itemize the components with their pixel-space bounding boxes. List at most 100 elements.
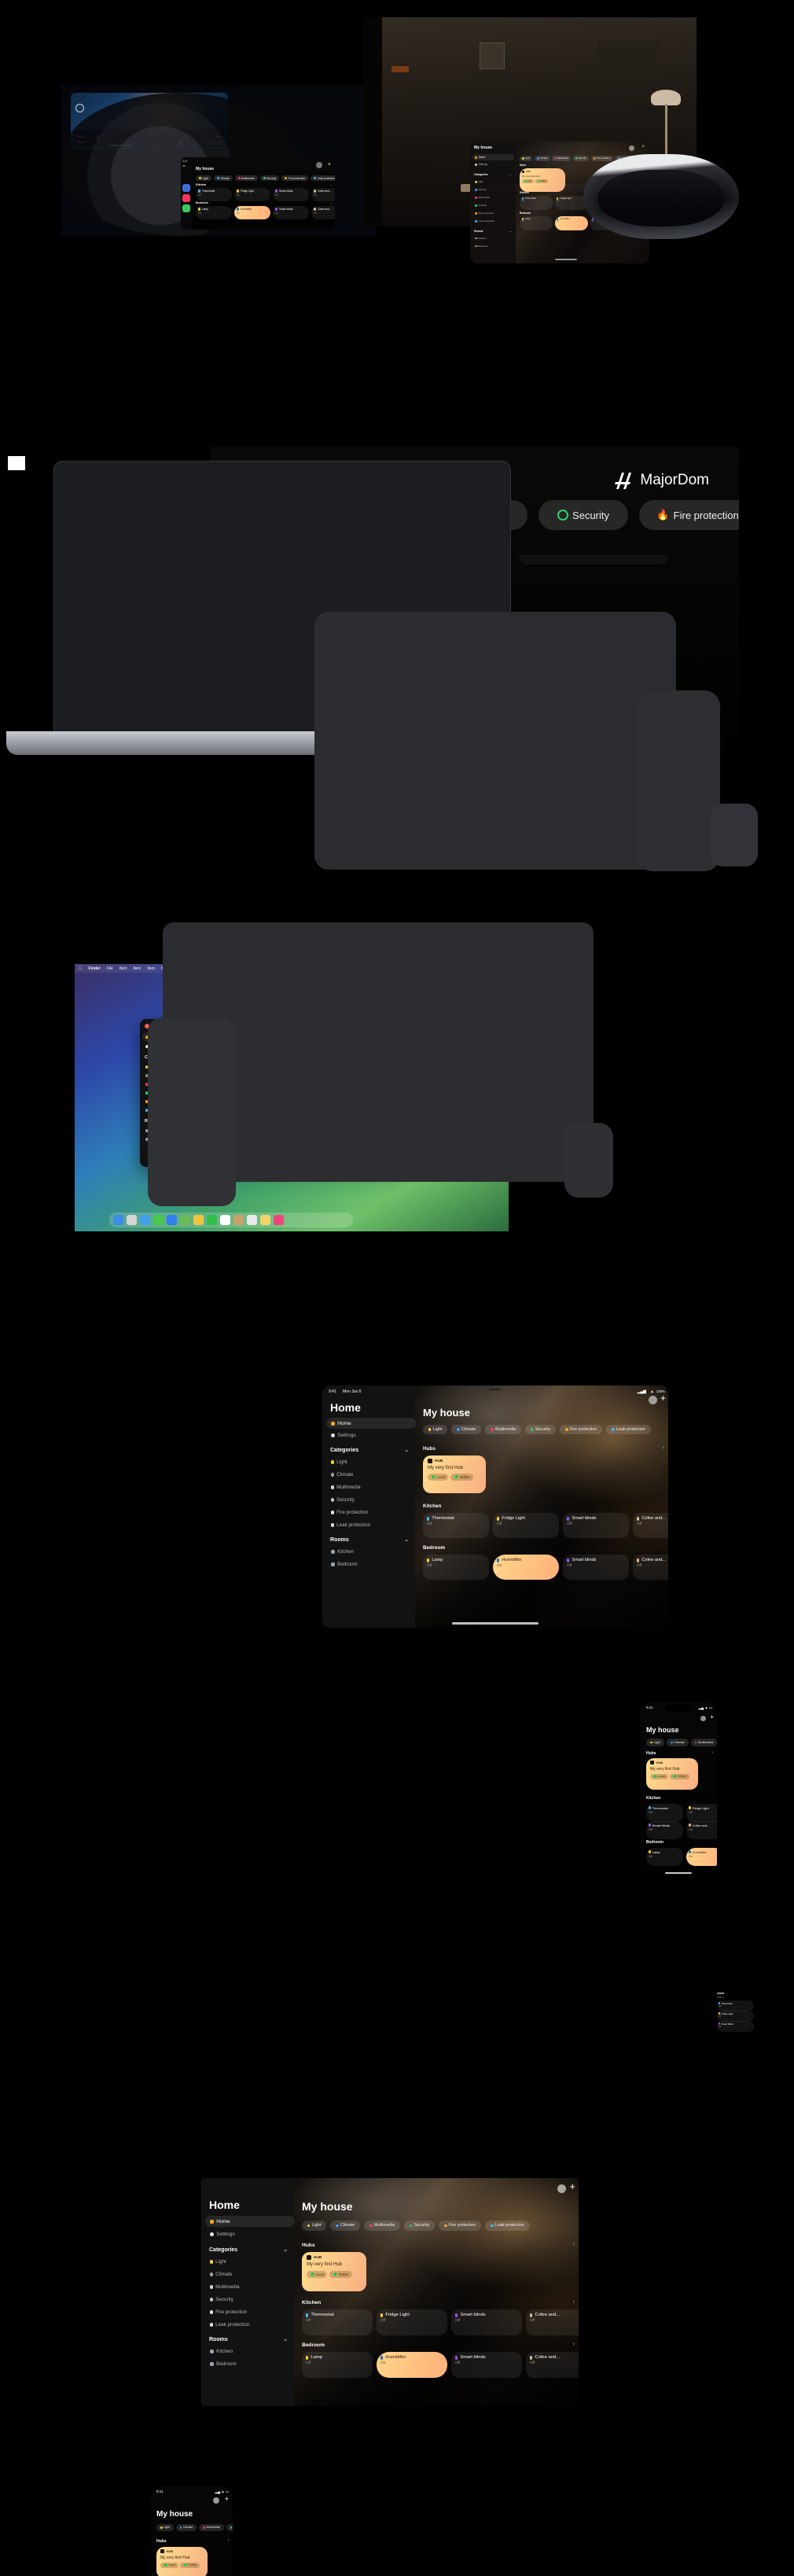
tablet-device-card[interactable]: Cofee and... Off <box>526 2352 579 2378</box>
dock-messages-icon[interactable] <box>153 1215 164 1225</box>
tablet-room-kitchen[interactable]: Kitchen <box>210 2349 233 2354</box>
tablet-add-button[interactable]: + <box>569 2181 575 2191</box>
dock-calendar-icon[interactable] <box>220 1215 230 1225</box>
dock-photos-icon[interactable] <box>193 1215 204 1225</box>
tablet-device-card[interactable]: Thermostat Off <box>302 2309 373 2335</box>
carplay-device-card[interactable]: Fridge Light Off <box>234 188 270 201</box>
vr-category-light[interactable]: Light <box>475 180 483 183</box>
tablet-bedroom-chevron-icon[interactable]: › <box>573 2342 575 2347</box>
vr-device-card-on[interactable]: Humidifier On <box>554 216 588 230</box>
iphone-pill-light[interactable]: Light <box>646 1739 664 1746</box>
iphone-device-card[interactable]: Cofee and... Off <box>686 1821 717 1839</box>
carplay-device-card[interactable]: Smart blinds Off <box>273 188 309 201</box>
phone-pill-light[interactable]: Light <box>156 2524 174 2531</box>
dock-finder-icon[interactable] <box>113 1215 123 1225</box>
vr-rooms-header[interactable]: Rooms ⌄ <box>474 229 512 233</box>
dock-facetime-icon[interactable] <box>207 1215 217 1225</box>
vr-hub-card[interactable]: HUB My very first Hub Local Online <box>520 168 565 192</box>
ipad-nav-settings[interactable]: Settings <box>331 1433 356 1438</box>
carplay-pill-multimedia[interactable]: Multimedia <box>234 175 258 181</box>
vr-close-button[interactable]: × <box>641 145 645 150</box>
tablet-device-card-on[interactable]: Humidifier On <box>377 2352 447 2378</box>
iphone-pill-climate[interactable]: Climate <box>666 1739 689 1746</box>
iphone-hub-card[interactable]: HUB My very first Hub ✓ Local ✓ Online <box>646 1758 698 1790</box>
watch-item[interactable]: Fridge Light Off <box>717 2011 754 2022</box>
tablet-category-fire[interactable]: Fire protection <box>210 2309 247 2315</box>
vr-more-button[interactable] <box>629 145 634 151</box>
dock-contacts-icon[interactable] <box>233 1215 244 1225</box>
ipad-hub-card[interactable]: HUB My very first Hub ✓ Local ✓ Online <box>423 1455 486 1493</box>
ipad-device-card[interactable]: Fridge Light Off <box>493 1513 559 1538</box>
dock-launchpad-icon[interactable] <box>127 1215 137 1225</box>
ipad-pill-fire[interactable]: Fire protection <box>560 1425 603 1435</box>
ipad-device-card[interactable]: Cofee and... Off <box>633 1555 668 1580</box>
carplay-dock-music-icon[interactable] <box>182 194 190 202</box>
iphone-home-indicator[interactable] <box>665 1872 692 1874</box>
phone-pill-climate[interactable]: Climate <box>175 2524 197 2531</box>
carplay-device-card[interactable]: Smart blinds Off <box>273 206 309 219</box>
vr-nav-home[interactable]: Home <box>472 154 514 160</box>
ipad-pill-multimedia[interactable]: Multimedia <box>485 1425 522 1435</box>
tablet-pill-fire[interactable]: Fire protection <box>439 2221 482 2231</box>
dock-notes-icon[interactable] <box>260 1215 270 1225</box>
iphone-hubs-chevron-icon[interactable]: › <box>711 1750 713 1755</box>
tablet-hubs-chevron-icon[interactable]: › <box>573 2242 575 2247</box>
ipad-device-card-on[interactable]: Humidifier On <box>493 1555 559 1580</box>
chevron-down-icon[interactable]: ⌄ <box>283 2336 288 2342</box>
menu-item[interactable]: Item <box>119 966 127 971</box>
dock-safari-icon[interactable] <box>140 1215 150 1225</box>
tablet-pill-security[interactable]: Security <box>404 2221 436 2231</box>
ipad-device-card[interactable]: Thermostat Off <box>423 1513 489 1538</box>
ipad-category-multimedia[interactable]: Multimedia <box>331 1485 361 1490</box>
vr-category-security[interactable]: Security <box>475 204 487 207</box>
carplay-pill-climate[interactable]: Climate <box>213 175 233 181</box>
tablet-device-card[interactable]: Lamp Off <box>302 2352 373 2378</box>
iphone-device-card-on[interactable]: Humidifier On <box>686 1848 717 1866</box>
apple-menu-icon[interactable]:  <box>79 966 83 971</box>
tablet-category-climate[interactable]: Climate <box>210 2272 233 2277</box>
tablet-device-card[interactable]: Fridge Light Off <box>377 2309 447 2335</box>
carplay-pill-leak[interactable]: Leak protection <box>311 175 335 181</box>
menu-item[interactable]: Item <box>147 966 155 971</box>
vr-home-indicator[interactable] <box>555 259 577 260</box>
tablet-nav-settings[interactable]: Settings <box>210 2232 235 2237</box>
ipad-rooms-header[interactable]: Rooms ⌄ <box>330 1536 409 1544</box>
tablet-category-security[interactable]: Security <box>210 2297 233 2302</box>
ipad-category-leak[interactable]: Leak protection <box>331 1522 370 1528</box>
menu-item[interactable]: Item <box>134 966 142 971</box>
tablet-pill-multimedia[interactable]: Multimedia <box>364 2221 401 2231</box>
vr-category-leak[interactable]: Leak protection <box>475 219 494 223</box>
chevron-down-icon[interactable]: ⌄ <box>404 1536 409 1543</box>
watch-item[interactable]: Smart blinds Off <box>717 2021 754 2032</box>
phone-add-button[interactable]: + <box>225 2496 229 2503</box>
tablet-hub-card[interactable]: HUB My very first Hub ✓ Local ✓ Online <box>302 2252 366 2291</box>
tablet-device-card[interactable]: Smart blinds Off <box>451 2352 522 2378</box>
ipad-room-kitchen[interactable]: Kitchen <box>331 1549 354 1555</box>
tv-pill-fire[interactable]: 🔥 Fire protection <box>639 500 739 530</box>
vr-pill-climate[interactable]: Climate <box>534 156 550 161</box>
iphone-device-card[interactable]: Thermostat Off <box>646 1804 683 1822</box>
iphone-device-card[interactable]: Fridge Light Off <box>686 1804 717 1822</box>
vr-category-multimedia[interactable]: Multimedia <box>475 196 490 199</box>
vr-category-climate[interactable]: Climate <box>475 188 487 191</box>
ipad-nav-home[interactable]: Home <box>326 1418 416 1429</box>
iphone-pill-multimedia[interactable]: Multimedia <box>690 1739 717 1746</box>
tablet-device-card[interactable]: Smart blinds Off <box>451 2309 522 2335</box>
vr-pill-multimedia[interactable]: Multimedia <box>552 156 572 161</box>
tv-pill-security[interactable]: Security <box>538 500 629 530</box>
carplay-bedroom-chevron-icon[interactable]: › <box>331 201 332 205</box>
vr-categories-header[interactable]: Categories ⌄ <box>474 172 512 176</box>
menu-item[interactable]: Finder <box>89 966 101 971</box>
ipad-device-card[interactable]: Cofee and... Off <box>633 1513 668 1538</box>
tablet-pill-climate[interactable]: Climate <box>330 2221 361 2231</box>
tablet-device-card[interactable]: Cofee and... Off <box>526 2309 579 2335</box>
vr-device-card[interactable]: Thermostat Off <box>520 196 553 210</box>
ipad-category-climate[interactable]: Climate <box>331 1472 354 1478</box>
ipad-category-fire[interactable]: Fire protection <box>331 1510 368 1515</box>
dock-music-icon[interactable] <box>274 1215 284 1225</box>
ipad-pill-climate[interactable]: Climate <box>451 1425 482 1435</box>
ipad-add-button[interactable]: + <box>660 1393 666 1403</box>
carplay-pill-light[interactable]: Light <box>196 175 211 181</box>
ipad-pill-light[interactable]: Light <box>423 1425 448 1435</box>
tablet-room-bedroom[interactable]: Bedroom <box>210 2361 237 2367</box>
